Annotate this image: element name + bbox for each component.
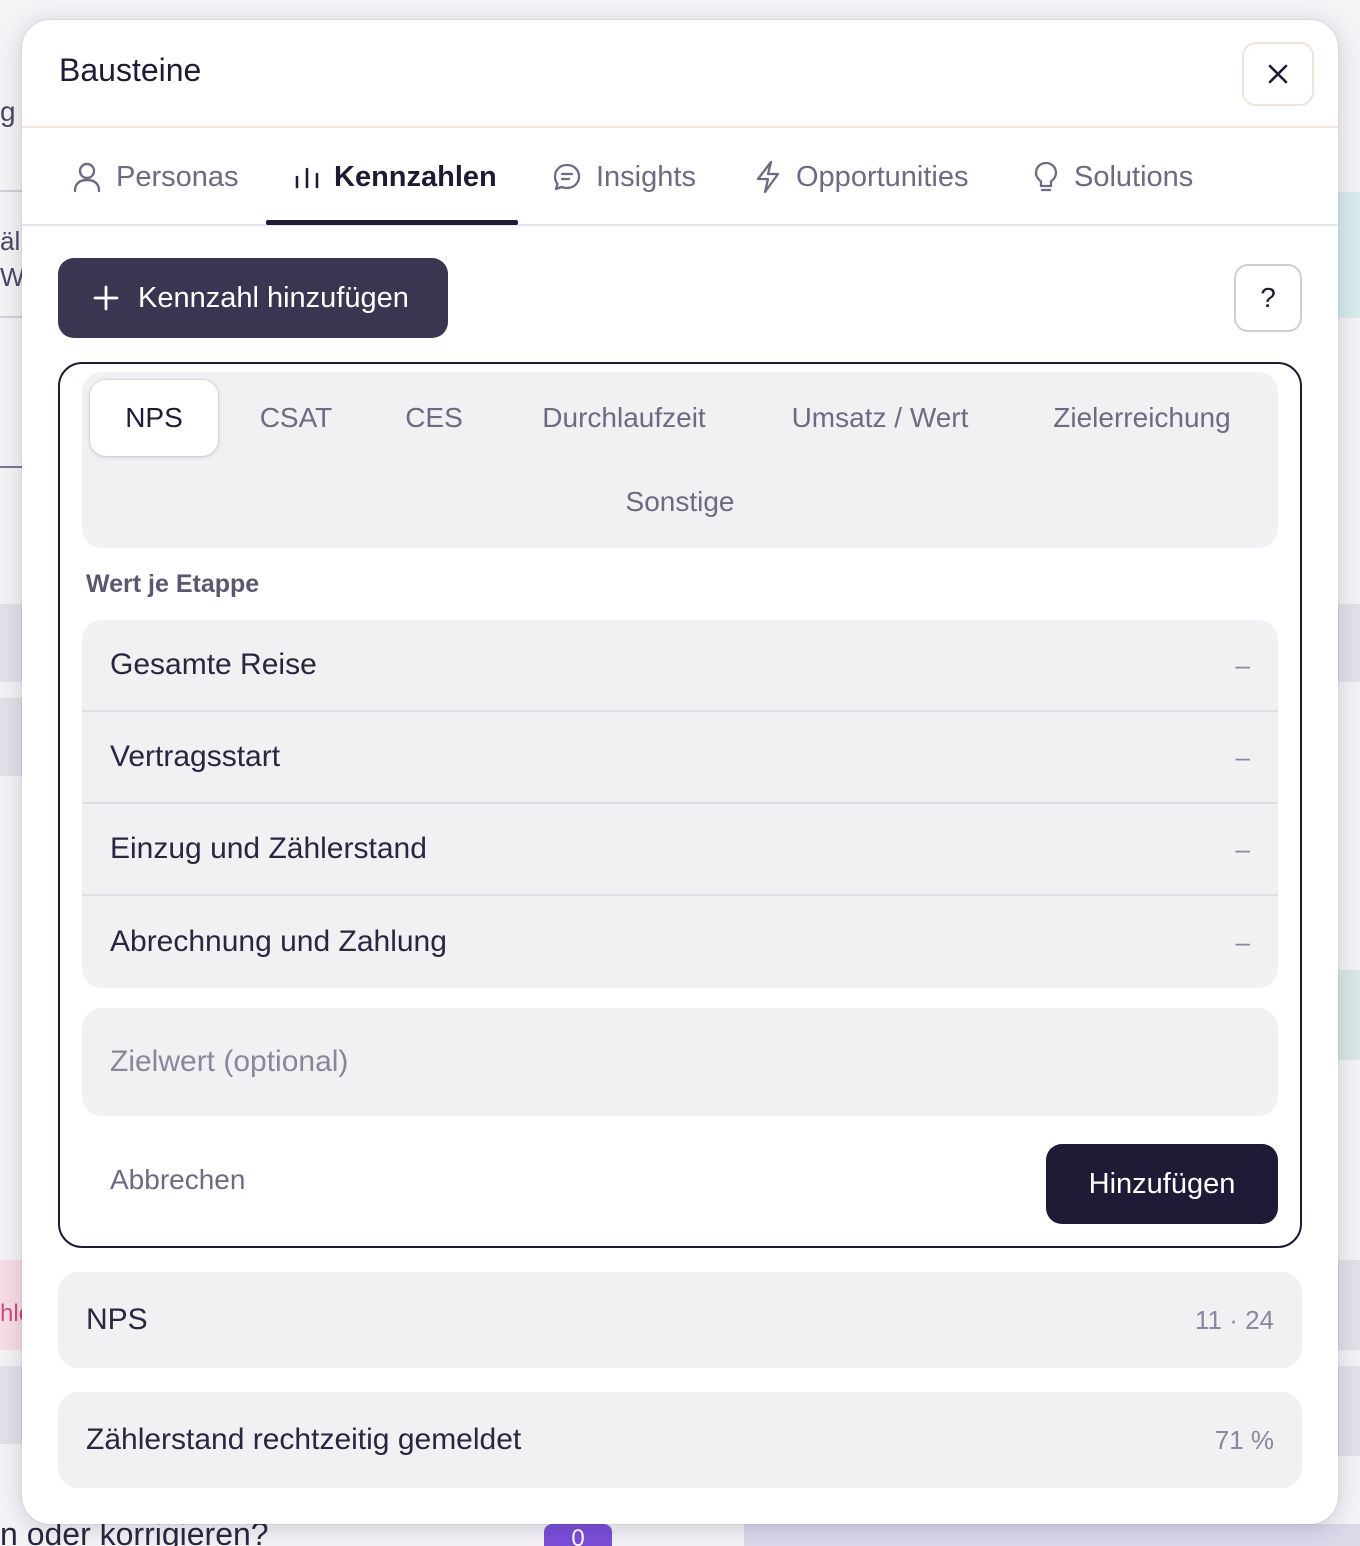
plus-icon	[93, 285, 119, 311]
stage-row-vertragsstart[interactable]: Vertragsstart –	[82, 712, 1278, 804]
help-button[interactable]: ?	[1234, 264, 1302, 332]
lightning-icon	[756, 160, 780, 194]
metric-type-zielerreichung[interactable]: Zielerreichung	[1030, 380, 1254, 456]
tab-label: Opportunities	[796, 160, 969, 193]
background-block	[0, 698, 22, 776]
metric-type-sonstige[interactable]: Sonstige	[590, 464, 770, 540]
metric-type-ces[interactable]: CES	[376, 380, 492, 456]
metric-item-zaehlerstand[interactable]: Zählerstand rechtzeitig gemeldet 71 %	[58, 1392, 1302, 1488]
metric-type-umsatz-wert[interactable]: Umsatz / Wert	[772, 380, 988, 456]
active-tab-indicator	[266, 220, 518, 225]
background-divider	[0, 190, 22, 192]
bausteine-modal: Bausteine Personas Kennzahlen Insights O…	[22, 20, 1338, 1524]
tab-label: Personas	[116, 160, 239, 193]
stage-row-gesamte-reise[interactable]: Gesamte Reise –	[82, 620, 1278, 712]
background-count-badge: 0	[544, 1524, 612, 1546]
tab-bar: Personas Kennzahlen Insights Opportuniti…	[22, 128, 1338, 226]
close-button[interactable]	[1242, 42, 1314, 106]
modal-header: Bausteine	[22, 20, 1338, 128]
background-text-fragment: W	[0, 262, 25, 292]
bar-chart-icon	[295, 167, 319, 189]
stage-values-list: Gesamte Reise – Vertragsstart – Einzug u…	[82, 620, 1278, 988]
background-block	[0, 604, 22, 682]
metric-value: 71 %	[1214, 1424, 1274, 1455]
add-metric-form: NPS CSAT CES Durchlaufzeit Umsatz / Wert…	[58, 362, 1302, 1248]
background-divider	[0, 466, 22, 468]
background-text-fragment: äl	[0, 226, 21, 256]
background-text-fragment: g	[0, 96, 16, 127]
background-block	[1338, 1366, 1360, 1456]
stage-name: Vertragsstart	[110, 740, 281, 773]
metric-name: NPS	[86, 1303, 148, 1336]
submit-button[interactable]: Hinzufügen	[1046, 1144, 1278, 1224]
add-metric-button[interactable]: Kennzahl hinzufügen	[58, 258, 448, 338]
stage-value: –	[1235, 741, 1250, 772]
stage-value: –	[1235, 833, 1250, 864]
tab-label: Insights	[596, 160, 696, 193]
stage-value: –	[1235, 926, 1250, 957]
metric-type-durchlaufzeit[interactable]: Durchlaufzeit	[518, 380, 730, 456]
stage-value: –	[1235, 649, 1250, 680]
target-value-input[interactable]	[82, 1008, 1278, 1116]
background-block	[744, 1524, 1360, 1546]
tab-insights[interactable]: Insights	[552, 128, 720, 226]
background-block	[1338, 192, 1360, 318]
tab-opportunities[interactable]: Opportunities	[754, 128, 993, 226]
tab-label: Solutions	[1074, 160, 1194, 193]
metric-value: 11 · 24	[1194, 1304, 1274, 1335]
person-icon	[73, 162, 101, 193]
lightbulb-icon	[1034, 161, 1058, 192]
tab-personas[interactable]: Personas	[72, 128, 263, 226]
metric-item-nps[interactable]: NPS 11 · 24	[58, 1272, 1302, 1368]
background-block	[1338, 604, 1360, 682]
stage-name: Einzug und Zählerstand	[110, 832, 427, 865]
chat-bubble-icon	[553, 163, 581, 191]
tab-label: Kennzahlen	[334, 160, 497, 193]
tab-kennzahlen[interactable]: Kennzahlen	[294, 128, 521, 226]
stage-row-abrechnung[interactable]: Abrechnung und Zahlung –	[82, 896, 1278, 988]
metric-type-selector: NPS CSAT CES Durchlaufzeit Umsatz / Wert…	[82, 372, 1278, 548]
close-icon	[1268, 64, 1288, 84]
modal-title: Bausteine	[59, 52, 202, 88]
background-divider	[0, 316, 22, 318]
metric-type-nps[interactable]: NPS	[90, 380, 218, 456]
stage-name: Gesamte Reise	[110, 648, 317, 681]
stage-row-einzug[interactable]: Einzug und Zählerstand –	[82, 804, 1278, 896]
tab-solutions[interactable]: Solutions	[1032, 128, 1217, 226]
stage-name: Abrechnung und Zahlung	[110, 925, 447, 958]
metric-name: Zählerstand rechtzeitig gemeldet	[86, 1423, 522, 1456]
metric-type-csat[interactable]: CSAT	[236, 380, 356, 456]
add-metric-label: Kennzahl hinzufügen	[138, 281, 409, 314]
background-block	[1338, 1260, 1360, 1350]
cancel-button[interactable]: Abbrechen	[110, 1164, 245, 1196]
background-block	[1338, 970, 1360, 1060]
stage-values-label: Wert je Etappe	[86, 570, 260, 598]
background-block	[0, 1366, 22, 1444]
